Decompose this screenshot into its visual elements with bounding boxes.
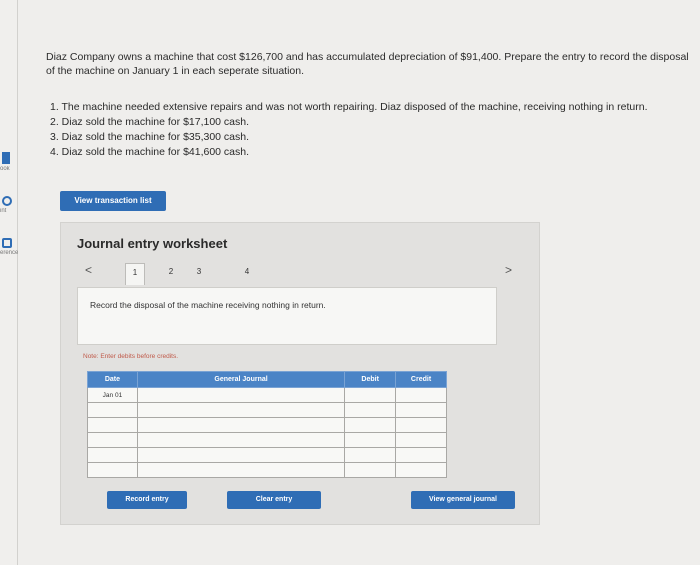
- tab-page-1[interactable]: 1: [125, 263, 145, 285]
- instruction-text: Record the disposal of the machine recei…: [90, 300, 326, 310]
- credit-cell[interactable]: [395, 387, 447, 403]
- date-cell[interactable]: [87, 462, 138, 478]
- references-icon: [2, 238, 12, 248]
- credit-cell[interactable]: [395, 462, 447, 478]
- situation-item: 2. Diaz sold the machine for $17,100 cas…: [50, 116, 250, 128]
- situation-list: 1. The machine needed extensive repairs …: [50, 100, 700, 160]
- journal-account-cell[interactable]: [136, 402, 346, 418]
- table-row: [87, 462, 447, 478]
- credit-cell[interactable]: [395, 432, 447, 448]
- situation-item: 3. Diaz sold the machine for $35,300 cas…: [50, 131, 250, 143]
- debit-cell[interactable]: [344, 462, 397, 478]
- chevron-right-icon[interactable]: >: [505, 263, 512, 277]
- debit-cell[interactable]: [344, 387, 397, 403]
- situation-item: 4. Diaz sold the machine for $41,600 cas…: [50, 146, 250, 158]
- rail-item-book[interactable]: ook: [0, 152, 18, 172]
- tab-page-2[interactable]: 2: [161, 263, 181, 281]
- journal-entry-worksheet: Journal entry worksheet < 1 2 3 4 > Reco…: [60, 222, 540, 525]
- clear-entry-button[interactable]: Clear entry: [227, 491, 321, 509]
- credit-cell[interactable]: [395, 447, 447, 463]
- debit-cell[interactable]: [344, 432, 397, 448]
- tab-page-3[interactable]: 3: [189, 263, 209, 281]
- record-entry-button[interactable]: Record entry: [107, 491, 187, 509]
- journal-table: Date General Journal Debit Credit Jan 01: [87, 371, 447, 478]
- debit-cell[interactable]: [344, 402, 397, 418]
- rail-label: ook: [0, 166, 10, 172]
- journal-account-cell[interactable]: [136, 387, 346, 403]
- hint-icon: [2, 196, 12, 206]
- date-cell[interactable]: [87, 432, 138, 448]
- credit-cell[interactable]: [395, 402, 447, 418]
- left-rail: ook int erences: [0, 0, 18, 565]
- debit-cell[interactable]: [344, 417, 397, 433]
- journal-account-cell[interactable]: [136, 462, 346, 478]
- date-cell[interactable]: [87, 447, 138, 463]
- journal-account-cell[interactable]: [136, 432, 346, 448]
- journal-account-cell[interactable]: [136, 447, 346, 463]
- debit-cell[interactable]: [344, 447, 397, 463]
- credit-cell[interactable]: [395, 417, 447, 433]
- instruction-box: Record the disposal of the machine recei…: [77, 287, 497, 345]
- rail-label: int: [0, 208, 7, 214]
- table-row: [87, 402, 447, 418]
- problem-intro: Diaz Company owns a machine that cost $1…: [46, 51, 689, 77]
- date-cell[interactable]: [87, 402, 138, 418]
- view-general-journal-button[interactable]: View general journal: [411, 491, 515, 509]
- column-header-debit: Debit: [344, 371, 397, 388]
- journal-account-cell[interactable]: [136, 417, 346, 433]
- main-content: Diaz Company owns a machine that cost $1…: [18, 0, 700, 565]
- tab-page-4[interactable]: 4: [237, 263, 257, 281]
- situation-item: 1. The machine needed extensive repairs …: [50, 101, 648, 113]
- table-row: [87, 417, 447, 433]
- date-cell[interactable]: [87, 417, 138, 433]
- chevron-left-icon[interactable]: <: [85, 263, 92, 277]
- column-header-date: Date: [87, 371, 138, 388]
- book-icon: [2, 152, 10, 164]
- journal-header-row: Date General Journal Debit Credit: [87, 371, 447, 388]
- note-text: Note: Enter debits before credits.: [83, 353, 179, 360]
- column-header-credit: Credit: [395, 371, 447, 388]
- date-cell[interactable]: Jan 01: [87, 387, 138, 403]
- rail-label: erences: [0, 250, 18, 256]
- view-transaction-list-button[interactable]: View transaction list: [60, 191, 166, 211]
- column-header-general-journal: General Journal: [136, 371, 346, 388]
- table-row: [87, 432, 447, 448]
- rail-item-references[interactable]: erences: [0, 238, 18, 256]
- worksheet-pager: < 1 2 3 4 >: [61, 261, 541, 285]
- worksheet-title: Journal entry worksheet: [77, 236, 228, 251]
- table-row: [87, 447, 447, 463]
- table-row: Jan 01: [87, 387, 447, 403]
- rail-item-hint[interactable]: int: [0, 196, 18, 214]
